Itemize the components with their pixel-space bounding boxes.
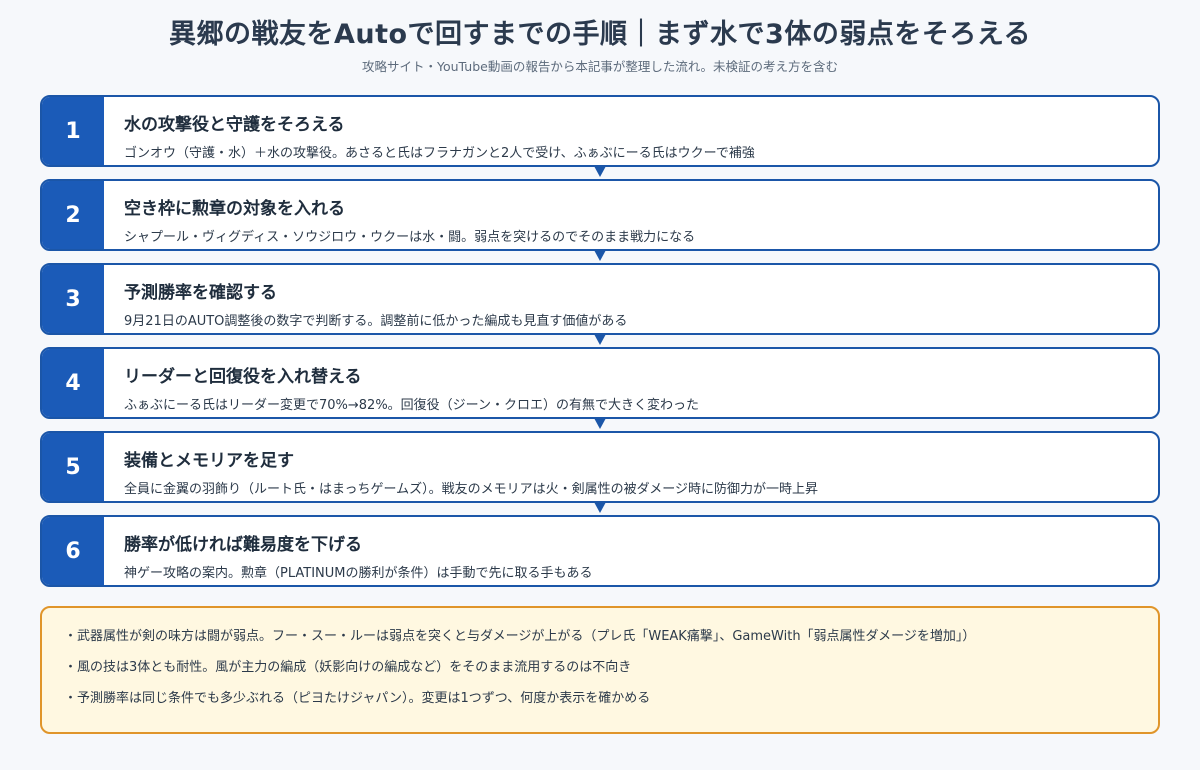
arrow-down-icon <box>594 166 606 177</box>
step-description: 9月21日のAUTO調整後の数字で判断する。調整前に低かった編成も見直す価値があ… <box>124 314 628 329</box>
page-subtitle: 攻略サイト・YouTube動画の報告から本記事が整理した流れ。未検証の考え方を含… <box>362 59 838 74</box>
step-description: 全員に金翼の羽飾り（ルート氏・はまっちゲームズ）。戦友のメモリアは火・剣属性の被… <box>124 482 818 497</box>
arrow-down-icon <box>594 502 606 513</box>
step-title: 空き枠に勲章の対象を入れる <box>124 199 345 219</box>
step-description: シャプール・ヴィグディス・ソウジロウ・ウクーは水・闘。弱点を突けるのでそのまま戦… <box>124 230 696 245</box>
step-description: 神ゲー攻略の案内。勲章（PLATINUMの勝利が条件）は手動で先に取る手もある <box>124 566 593 581</box>
page-title: 異郷の戦友をAutoで回すまでの手順｜まず水で3体の弱点をそろえる <box>168 19 1032 50</box>
step-card-3: 3 予測勝率を確認する 9月21日のAUTO調整後の数字で判断する。調整前に低か… <box>40 263 1160 335</box>
notes-box: ・武器属性が剣の味方は闘が弱点。フー・スー・ルーは弱点を突くと与ダメージが上がる… <box>40 606 1160 734</box>
step-title: 勝率が低ければ難易度を下げる <box>124 535 362 555</box>
arrow-down-icon <box>594 250 606 261</box>
step-description: ゴンオウ（守護・水）＋水の攻撃役。あさると氏はフラナガンと2人で受け、ふぁぶにー… <box>124 146 755 161</box>
step-title: リーダーと回復役を入れ替える <box>124 367 362 387</box>
step-card-4: 4 リーダーと回復役を入れ替える ふぁぶにーる氏はリーダー変更で70%→82%。… <box>40 347 1160 419</box>
arrow-down-icon <box>594 418 606 429</box>
step-number: 2 <box>42 181 104 249</box>
note-item: ・風の技は3体とも耐性。風が主力の編成（妖影向けの編成など）をそのまま流用するの… <box>64 660 632 675</box>
step-number: 3 <box>42 265 104 333</box>
arrow-down-icon <box>594 334 606 345</box>
step-description: ふぁぶにーる氏はリーダー変更で70%→82%。回復役（ジーン・クロエ）の有無で大… <box>124 398 700 413</box>
step-number: 4 <box>42 349 104 417</box>
note-item: ・予測勝率は同じ条件でも多少ぶれる（ピヨたけジャパン）。変更は1つずつ、何度か表… <box>64 691 651 706</box>
step-title: 装備とメモリアを足す <box>124 451 294 471</box>
step-title: 水の攻撃役と守護をそろえる <box>124 115 345 135</box>
step-number: 5 <box>42 433 104 501</box>
step-card-2: 2 空き枠に勲章の対象を入れる シャプール・ヴィグディス・ソウジロウ・ウクーは水… <box>40 179 1160 251</box>
step-title: 予測勝率を確認する <box>124 283 277 303</box>
step-number: 1 <box>42 97 104 165</box>
step-card-6: 6 勝率が低ければ難易度を下げる 神ゲー攻略の案内。勲章（PLATINUMの勝利… <box>40 515 1160 587</box>
note-item: ・武器属性が剣の味方は闘が弱点。フー・スー・ルーは弱点を突くと与ダメージが上がる… <box>64 629 976 644</box>
step-card-5: 5 装備とメモリアを足す 全員に金翼の羽飾り（ルート氏・はまっちゲームズ）。戦友… <box>40 431 1160 503</box>
step-card-1: 1 水の攻撃役と守護をそろえる ゴンオウ（守護・水）＋水の攻撃役。あさると氏はフ… <box>40 95 1160 167</box>
step-number: 6 <box>42 517 104 585</box>
